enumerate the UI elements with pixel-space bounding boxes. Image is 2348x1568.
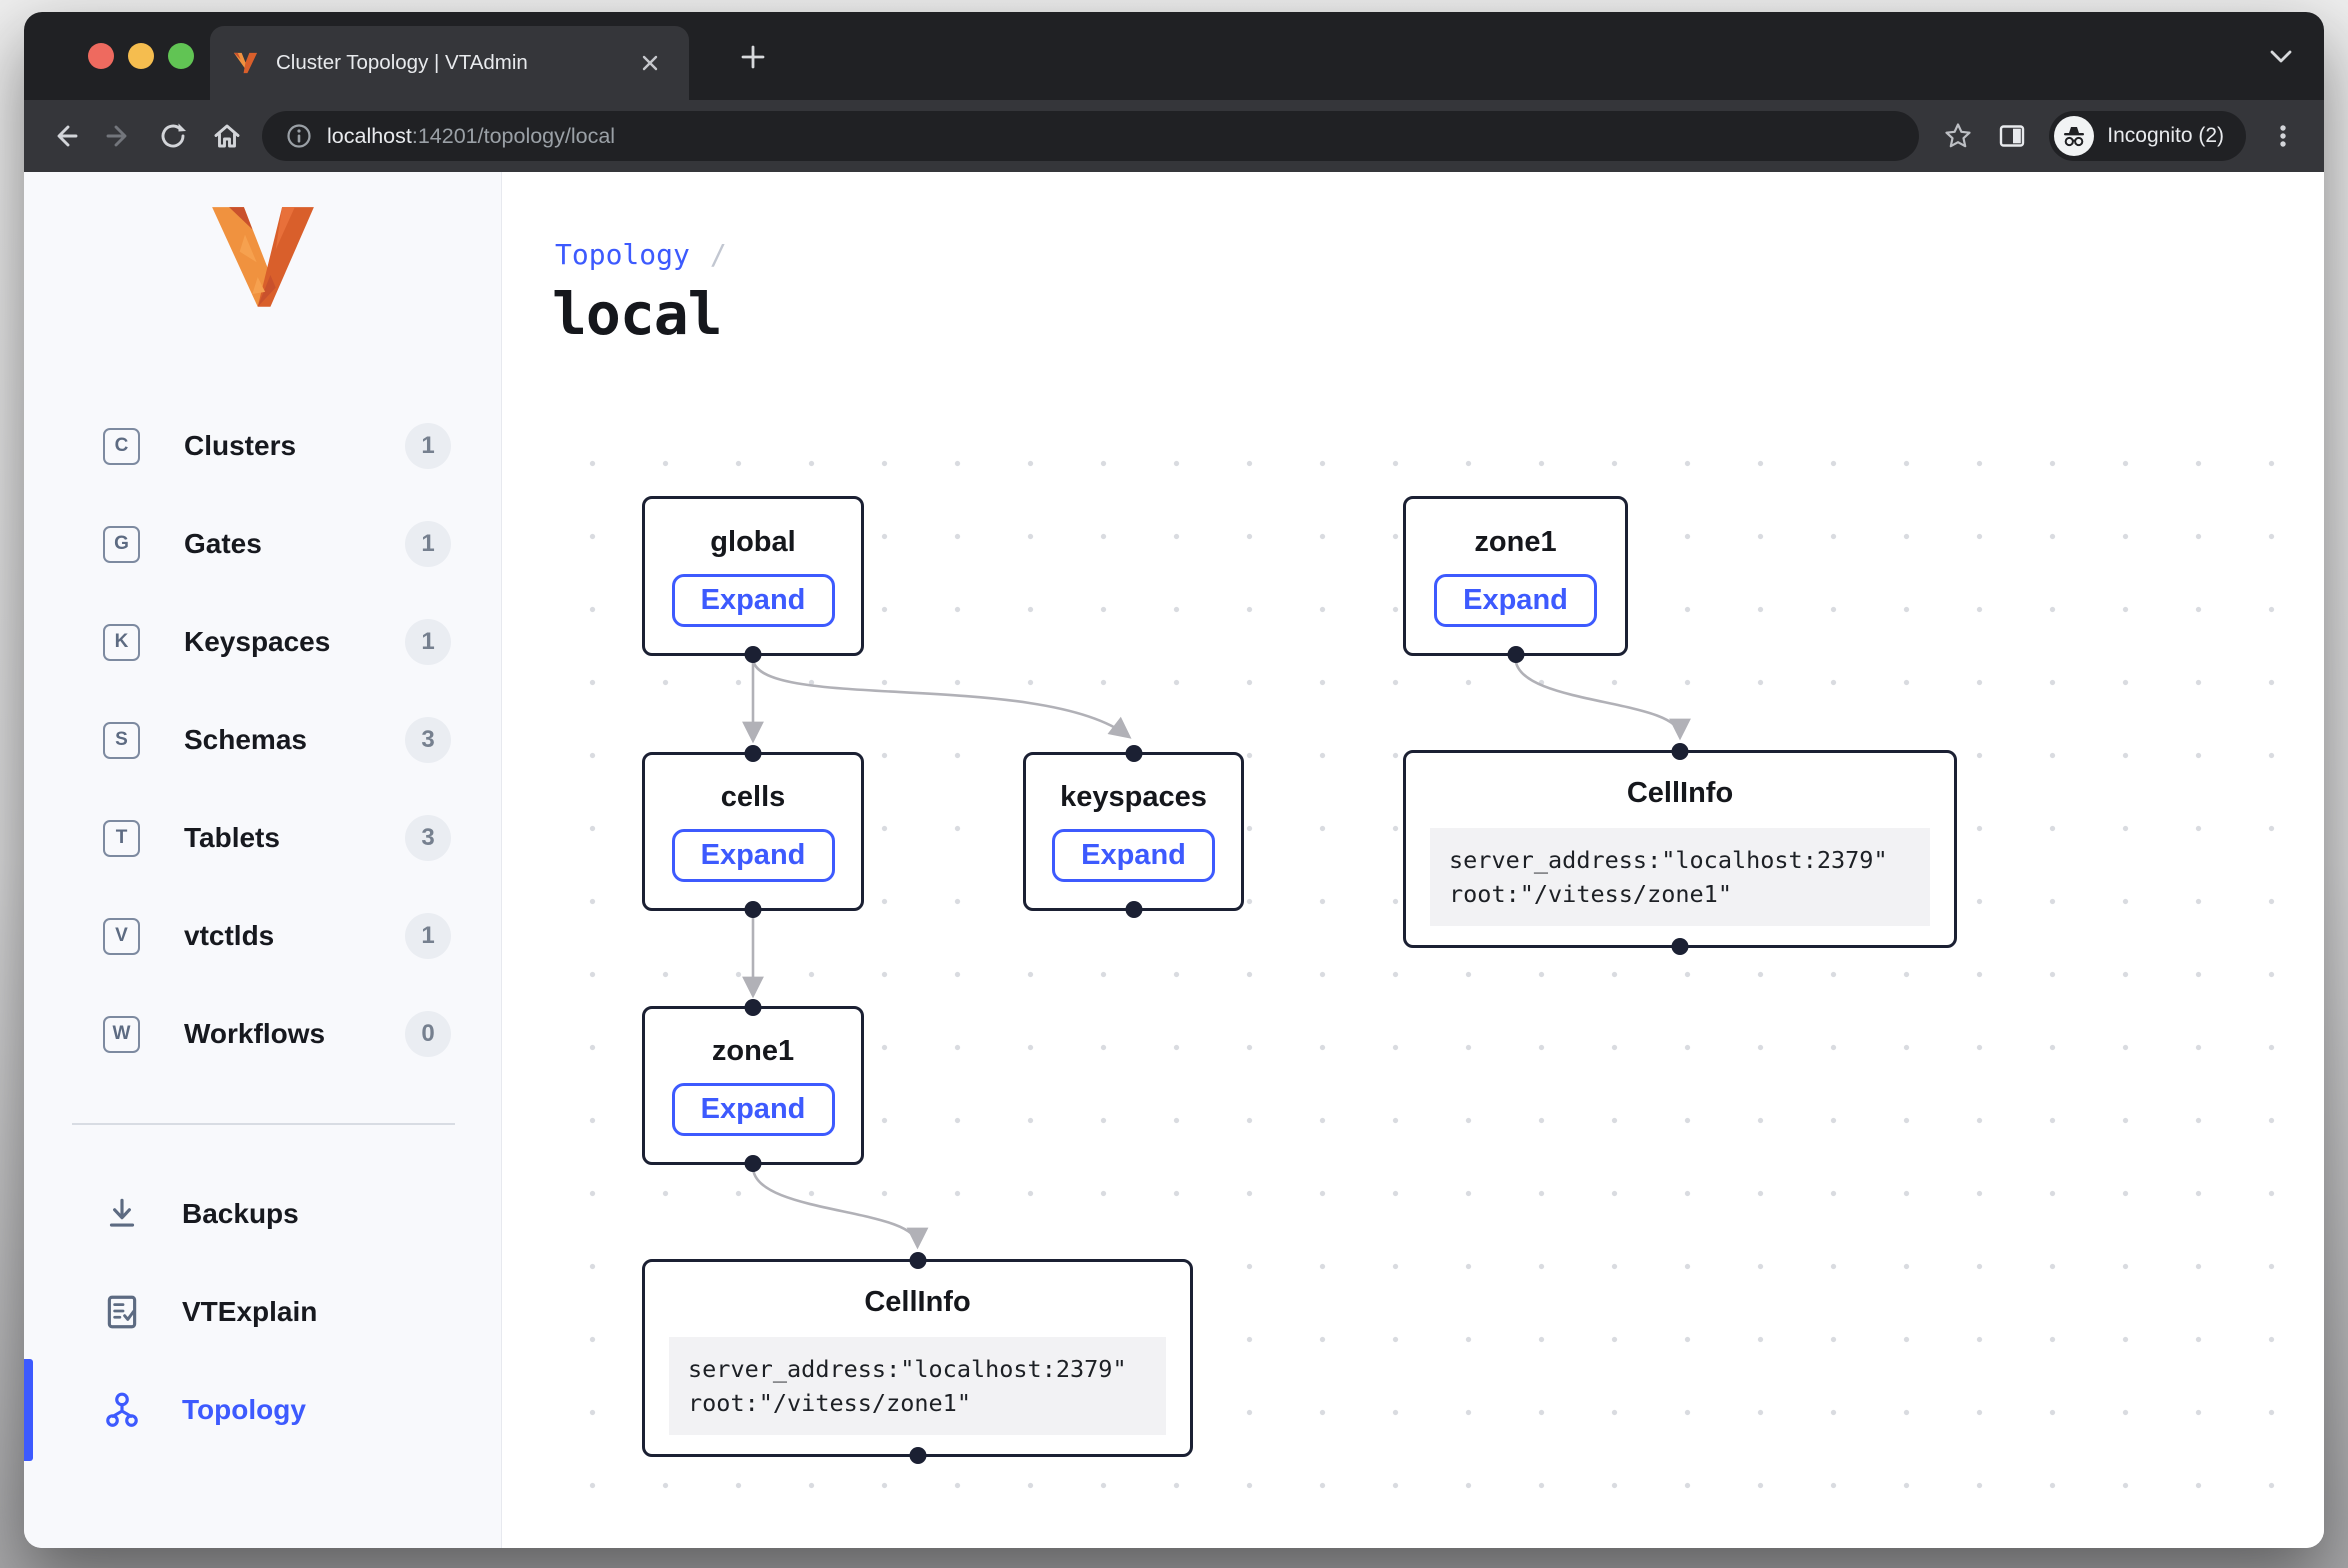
expand-button-zone1-mid[interactable]: Expand — [672, 1083, 835, 1136]
url-path: :14201/topology/local — [412, 124, 615, 149]
port-top — [745, 745, 762, 762]
letter-s-icon: S — [103, 722, 140, 759]
forward-icon[interactable] — [92, 109, 146, 163]
count-badge: 0 — [405, 1011, 451, 1057]
sidebar-item-tablets[interactable]: T Tablets 3 — [24, 789, 501, 887]
letter-g-icon: G — [103, 526, 140, 563]
browser-window: Cluster Topology | VTAdmin — [24, 12, 2324, 1548]
port-bottom — [745, 1155, 762, 1172]
edge-zone1-cellinfo-bottom — [753, 1167, 918, 1245]
sidebar-item-gates[interactable]: G Gates 1 — [24, 495, 501, 593]
sidebar-divider — [72, 1123, 455, 1125]
node-title: zone1 — [712, 1035, 794, 1068]
expand-button-keyspaces[interactable]: Expand — [1052, 829, 1215, 882]
page-body: C Clusters 1 G Gates 1 K Keyspaces 1 S S… — [24, 172, 2324, 1548]
letter-t-icon: T — [103, 820, 140, 857]
topology-icon — [100, 1390, 144, 1430]
topology-node-keyspaces: keyspaces Expand — [1023, 752, 1244, 911]
node-title: CellInfo — [864, 1286, 970, 1319]
port-bottom — [1125, 901, 1142, 918]
port-bottom — [745, 901, 762, 918]
count-badge: 1 — [405, 619, 451, 665]
cellinfo-code-block: server_address:"localhost:2379" root:"/v… — [669, 1337, 1166, 1435]
topology-node-cellinfo-right: CellInfo server_address:"localhost:2379"… — [1403, 750, 1957, 948]
tab-close-icon[interactable] — [633, 46, 667, 80]
port-top — [1125, 745, 1142, 762]
sidebar-item-keyspaces[interactable]: K Keyspaces 1 — [24, 593, 501, 691]
letter-k-icon: K — [103, 624, 140, 661]
traffic-lights — [88, 43, 194, 69]
expand-button-zone1-top[interactable]: Expand — [1434, 574, 1597, 627]
topology-node-zone1-top: zone1 Expand — [1403, 496, 1628, 656]
topology-node-global: global Expand — [642, 496, 864, 656]
port-bottom — [745, 646, 762, 663]
letter-v-icon: V — [103, 918, 140, 955]
port-bottom — [909, 1447, 926, 1464]
tab-title: Cluster Topology | VTAdmin — [276, 51, 528, 75]
sidebar-item-schemas[interactable]: S Schemas 3 — [24, 691, 501, 789]
sidebar-item-vtctlds[interactable]: V vtctlds 1 — [24, 887, 501, 985]
sidebar-item-workflows[interactable]: W Workflows 0 — [24, 985, 501, 1083]
incognito-badge[interactable]: Incognito (2) — [2049, 111, 2246, 161]
sidebar-item-backups[interactable]: Backups — [24, 1165, 501, 1263]
expand-button-global[interactable]: Expand — [672, 574, 835, 627]
port-bottom — [1672, 938, 1689, 955]
vitess-favicon — [232, 50, 259, 77]
node-title: keyspaces — [1060, 781, 1207, 814]
port-top — [1672, 743, 1689, 760]
port-top — [909, 1252, 926, 1269]
sidebar-nav: C Clusters 1 G Gates 1 K Keyspaces 1 S S… — [24, 397, 501, 1083]
browser-toolbar: localhost:14201/topology/local — [24, 100, 2324, 172]
incognito-label: Incognito (2) — [2107, 124, 2224, 148]
topology-node-cells: cells Expand — [642, 752, 864, 911]
expand-button-cells[interactable]: Expand — [672, 829, 835, 882]
edge-global-keyspaces — [753, 658, 1128, 736]
reload-icon[interactable] — [146, 109, 200, 163]
port-bottom — [1507, 646, 1524, 663]
vtexplain-icon — [100, 1292, 144, 1332]
active-indicator — [24, 1359, 33, 1461]
main-content: Topology/ local global Expand — [502, 172, 2324, 1548]
node-title: CellInfo — [1627, 777, 1733, 810]
download-icon — [100, 1194, 144, 1234]
url-host: localhost — [327, 124, 412, 149]
side-panel-icon[interactable] — [1985, 109, 2039, 163]
topology-node-zone1-mid: zone1 Expand — [642, 1006, 864, 1165]
count-badge: 1 — [405, 913, 451, 959]
letter-c-icon: C — [103, 428, 140, 465]
count-badge: 3 — [405, 717, 451, 763]
node-title: cells — [721, 781, 786, 814]
new-tab-button[interactable] — [726, 30, 780, 84]
vitess-logo — [24, 202, 501, 314]
browser-tab[interactable]: Cluster Topology | VTAdmin — [210, 26, 689, 100]
cellinfo-code-block: server_address:"localhost:2379" root:"/v… — [1430, 828, 1930, 926]
tab-strip: Cluster Topology | VTAdmin — [24, 12, 2324, 100]
sidebar: C Clusters 1 G Gates 1 K Keyspaces 1 S S… — [24, 172, 502, 1548]
node-title: global — [710, 526, 795, 559]
site-info-icon[interactable] — [286, 123, 312, 149]
tab-search-chevron-icon[interactable] — [2264, 42, 2298, 72]
port-top — [745, 999, 762, 1016]
count-badge: 1 — [405, 521, 451, 567]
letter-w-icon: W — [103, 1016, 140, 1053]
sidebar-tools: Backups VTExplain — [24, 1165, 501, 1459]
edge-zone1-cellinfo — [1516, 658, 1681, 736]
minimize-window-button[interactable] — [128, 43, 154, 69]
bookmark-star-icon[interactable] — [1931, 109, 1985, 163]
menu-kebab-icon[interactable] — [2256, 109, 2310, 163]
sidebar-item-topology[interactable]: Topology — [24, 1361, 501, 1459]
count-badge: 1 — [405, 423, 451, 469]
incognito-icon — [2054, 116, 2094, 156]
sidebar-item-clusters[interactable]: C Clusters 1 — [24, 397, 501, 495]
address-bar[interactable]: localhost:14201/topology/local — [262, 111, 1919, 161]
topology-node-cellinfo-bottom: CellInfo server_address:"localhost:2379"… — [642, 1259, 1193, 1457]
back-icon[interactable] — [38, 109, 92, 163]
close-window-button[interactable] — [88, 43, 114, 69]
sidebar-item-vtexplain[interactable]: VTExplain — [24, 1263, 501, 1361]
count-badge: 3 — [405, 815, 451, 861]
home-icon[interactable] — [200, 109, 254, 163]
zoom-window-button[interactable] — [168, 43, 194, 69]
node-title: zone1 — [1474, 526, 1556, 559]
